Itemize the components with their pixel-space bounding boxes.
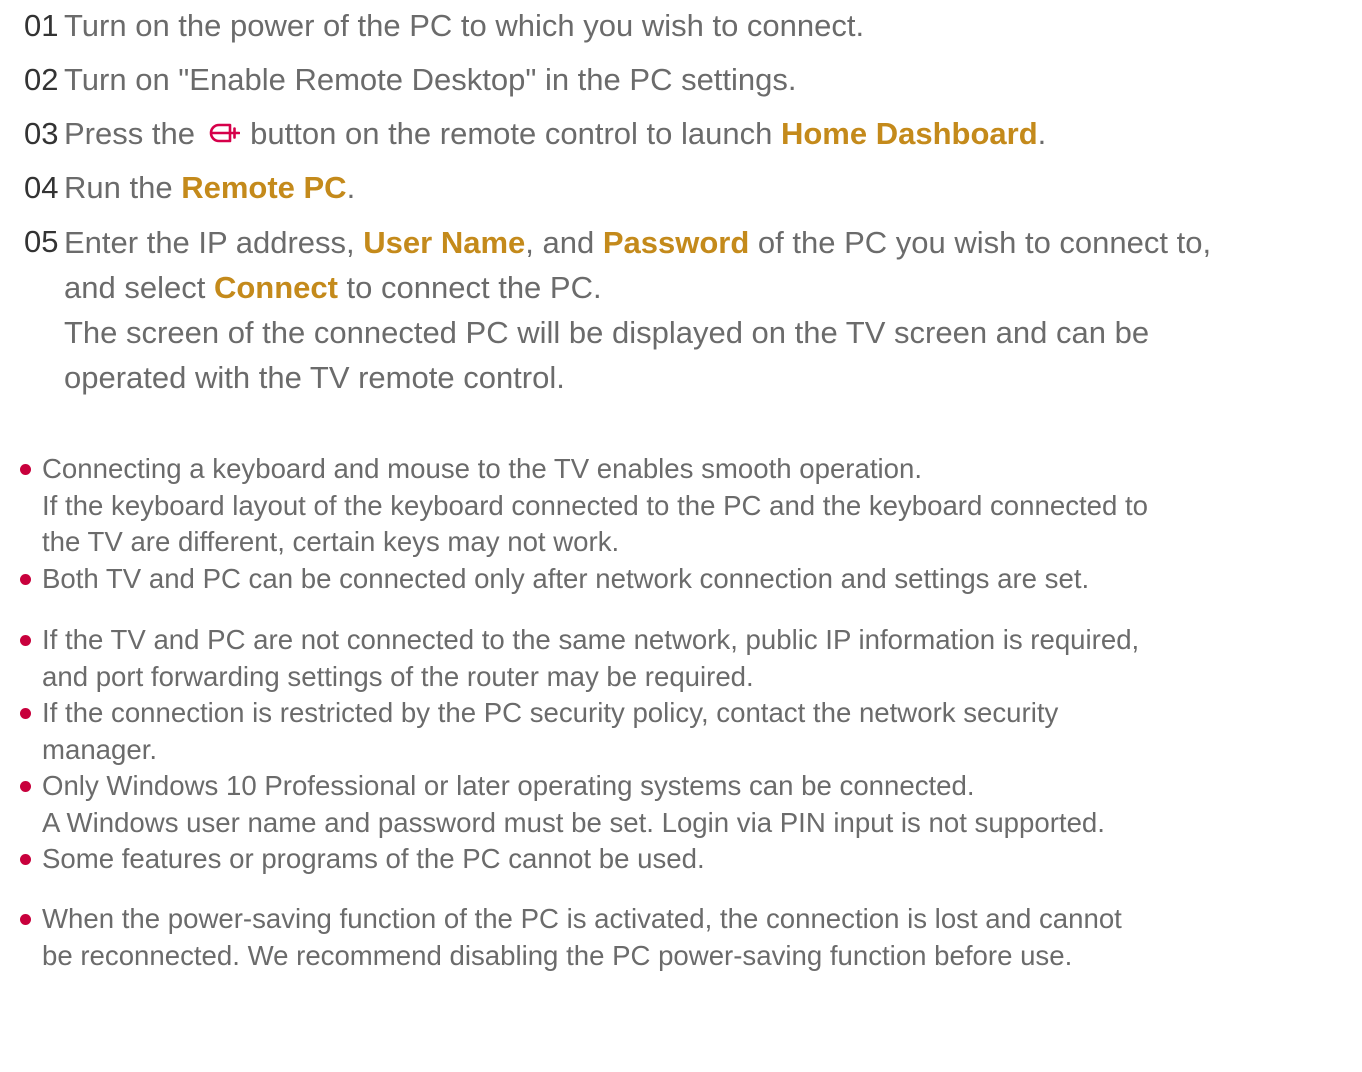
bold-term: Remote PC — [181, 170, 347, 205]
step-line: Enter the IP address, User Name, and Pas… — [64, 220, 1211, 265]
note-line: manager. — [42, 733, 158, 765]
step-text: Enter the IP address, — [64, 225, 364, 260]
step-text: and select — [64, 270, 214, 305]
note-item: If the connection is restricted by the P… — [20, 695, 1352, 768]
note-line: If the TV and PC are not connected to th… — [42, 624, 1140, 655]
bold-term: Connect — [213, 270, 338, 305]
note-item: Some features or programs of the PC cann… — [20, 841, 1352, 878]
step-content: Turn on the power of the PC to which you… — [64, 8, 864, 43]
step-text: The screen of the connected PC will be d… — [64, 315, 1150, 350]
step-content: Turn on "Enable Remote Desktop" in the P… — [64, 62, 797, 97]
note-line: Some features or programs of the PC cann… — [42, 843, 705, 874]
step-item: 05 Enter the IP address, User Name, and P… — [24, 220, 1211, 395]
note-line: the TV are different, certain keys may n… — [42, 526, 620, 557]
note-line: Only Windows 10 Professional or later op… — [42, 770, 975, 801]
bullet-icon — [20, 854, 31, 865]
step-number: 05 — [24, 224, 59, 259]
home-icon — [206, 114, 240, 158]
note-item: Connecting a keyboard and mouse to the T… — [20, 451, 1352, 561]
bullet-icon — [20, 708, 31, 719]
step-line: The screen of the connected PC will be d… — [64, 310, 1149, 355]
step-text: of the PC you wish to connect to, — [749, 225, 1212, 260]
step-content: Run the Remote PC. — [64, 170, 355, 205]
note-item: Only Windows 10 Professional or later op… — [20, 768, 1352, 841]
bullet-icon — [20, 914, 31, 925]
step-text: . — [1037, 116, 1047, 151]
note-line: A Windows user name and password must be… — [42, 806, 1105, 838]
note-line: Connecting a keyboard and mouse to the T… — [42, 453, 922, 484]
bullet-icon — [20, 635, 31, 646]
step-line: and select Connect to connect the PC. — [64, 265, 602, 310]
step-text: Press the — [64, 116, 204, 151]
step-text: operated with the TV remote control. — [64, 360, 565, 395]
note-line: If the keyboard layout of the keyboard c… — [42, 489, 1149, 521]
step-item: 03 Press the button on the remote control… — [24, 112, 1046, 158]
step-number: 02 — [24, 62, 59, 97]
step-item: 02 Turn on "Enable Remote Desktop" in the… — [24, 58, 797, 102]
step-number: 03 — [24, 116, 59, 151]
note-item: If the TV and PC are not connected to th… — [20, 622, 1352, 695]
step-item: 04 Run the Remote PC. — [24, 166, 355, 210]
step-number: 04 — [24, 170, 59, 205]
step-text: , and — [525, 225, 603, 260]
step-content: Press the button on the remote control t… — [64, 116, 1046, 151]
step-item: 01 Turn on the power of the PC to which y… — [24, 4, 864, 48]
step-text: Run the — [64, 170, 182, 205]
note-item: When the power-saving function of the PC… — [20, 901, 1352, 974]
step-text: to connect the PC. — [337, 270, 602, 305]
bold-term: Password — [602, 225, 750, 260]
note-line: Both TV and PC can be connected only aft… — [42, 563, 1090, 594]
step-text: . — [346, 170, 356, 205]
note-line: When the power-saving function of the PC… — [42, 903, 1122, 934]
bullet-icon — [20, 574, 31, 585]
bold-term: Home Dashboard — [780, 116, 1038, 151]
note-line: If the connection is restricted by the P… — [42, 697, 1059, 728]
step-text: Turn on "Enable Remote Desktop" in the P… — [64, 62, 797, 97]
step-text: button on the remote control to launch — [241, 116, 781, 151]
bullet-icon — [20, 464, 31, 475]
note-line: be reconnected. We recommend disabling t… — [42, 939, 1073, 971]
note-line: and port forwarding settings of the rout… — [42, 660, 754, 692]
bold-term: User Name — [363, 225, 526, 260]
step-number: 01 — [24, 8, 59, 43]
step-text: Turn on the power of the PC to which you… — [64, 8, 865, 43]
bullet-icon — [20, 781, 31, 792]
step-line: operated with the TV remote control. — [64, 355, 565, 400]
note-item: Both TV and PC can be connected only aft… — [20, 561, 1352, 598]
